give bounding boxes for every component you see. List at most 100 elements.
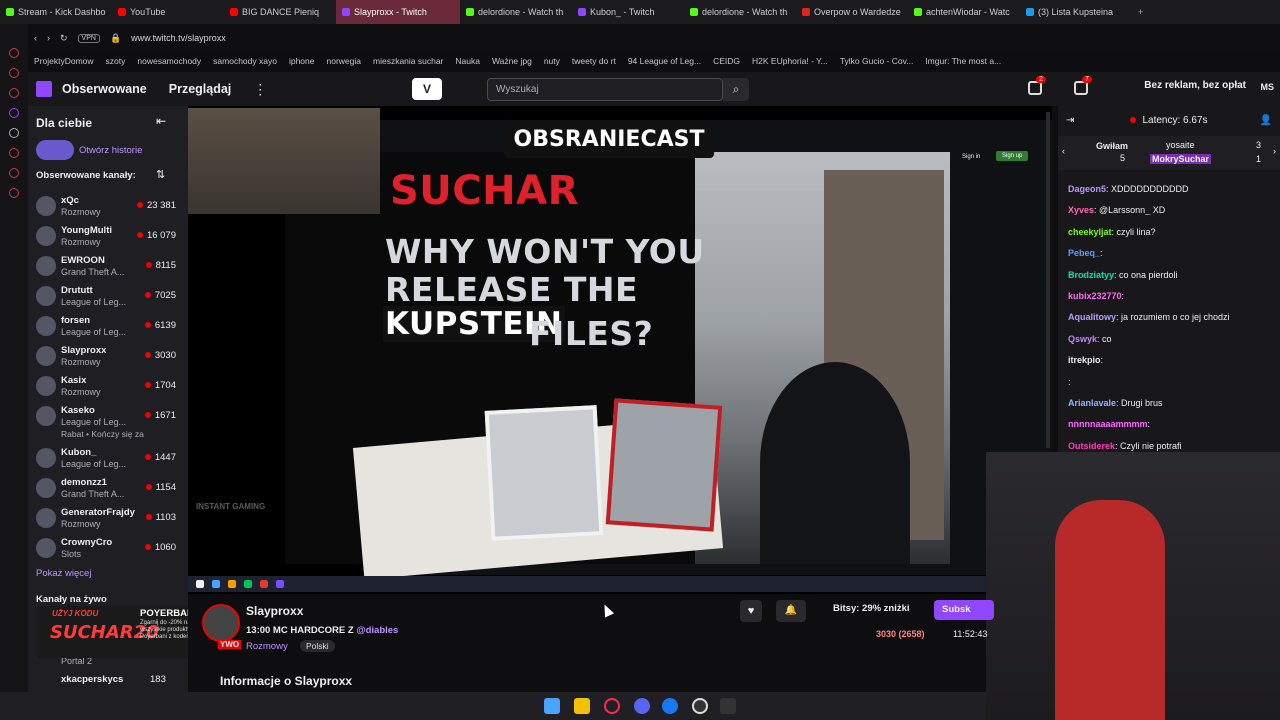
chevron-left-icon[interactable]: ‹ xyxy=(1062,146,1065,156)
sidebar-channel-crownycro[interactable]: CrownyCro Slots 1060 xyxy=(28,534,188,564)
bookmark[interactable]: Tylko Gucio - Cov... xyxy=(840,56,914,66)
chat-username[interactable]: Xyves xyxy=(1068,205,1094,215)
channel-avatar[interactable] xyxy=(202,604,240,642)
chat-username[interactable]: Dageon5 xyxy=(1068,184,1106,194)
browser-tab[interactable]: achtenWiodar - Watc xyxy=(908,0,1020,24)
settings-icon[interactable] xyxy=(9,88,19,98)
x-rail-icon[interactable] xyxy=(9,128,19,138)
sidebar-channel-ewroon[interactable]: EWROON Grand Theft A... 8115 xyxy=(28,252,188,282)
sidebar-channel-youngmulti[interactable]: YoungMulti Rozmowy 16 079 xyxy=(28,222,188,252)
nav-followed[interactable]: Obserwowane xyxy=(62,82,147,96)
browser-tab[interactable]: YouTube xyxy=(112,0,224,24)
file-explorer-icon[interactable] xyxy=(574,698,590,714)
open-stories-link[interactable]: Otwórz historie xyxy=(79,145,142,156)
back-icon[interactable]: ‹ xyxy=(34,33,37,43)
history-icon[interactable] xyxy=(9,68,19,78)
bookmark[interactable]: mieszkania suchar xyxy=(373,56,443,66)
discord-icon[interactable] xyxy=(634,698,650,714)
language-tag[interactable]: Polski xyxy=(300,640,335,652)
browser-tab[interactable]: delordione - Watch th xyxy=(460,0,572,24)
bookmark[interactable]: iphone xyxy=(289,56,315,66)
browser-tab[interactable]: (3) Lista Kupsteina xyxy=(1020,0,1132,24)
chat-username[interactable]: Outsiderek xyxy=(1068,441,1115,451)
facebook-icon[interactable] xyxy=(662,698,678,714)
forward-icon[interactable]: › xyxy=(47,33,50,43)
show-more-link[interactable]: Pokaż więcej xyxy=(36,568,91,579)
bookmark[interactable]: szoty xyxy=(106,56,126,66)
sidebar-channel-kaseko[interactable]: Kaseko League of Leg... 1671 Rabat • Kończy… xyxy=(28,402,188,442)
bookmark[interactable]: 94 League of Leg... xyxy=(628,56,701,66)
browser-tab[interactable]: delordione - Watch th xyxy=(684,0,796,24)
twitch-logo-icon[interactable] xyxy=(36,81,52,97)
bits-button[interactable]: Bitsy: 29% zniżki xyxy=(833,603,910,614)
more-menu-icon[interactable]: ⋮ xyxy=(253,81,267,98)
chevron-right-icon[interactable]: › xyxy=(1273,146,1276,156)
sidebar-channel-kubon[interactable]: Kubon_ League of Leg... 1447 xyxy=(28,444,188,474)
windows-start-icon[interactable] xyxy=(544,698,560,714)
user-avatar[interactable]: MS xyxy=(1261,82,1275,92)
bookmark[interactable]: tweety do rt xyxy=(572,56,616,66)
sidebar-channel-slayproxx[interactable]: Slayproxx Rozmowy 3030 xyxy=(28,342,188,372)
chat-username[interactable]: Pebeq_ xyxy=(1068,248,1100,258)
browser-tab[interactable]: Stream - Kick Dashbo xyxy=(0,0,112,24)
subscribe-button[interactable]: Subsk xyxy=(934,600,994,620)
bookmark[interactable]: CEIDG xyxy=(713,56,740,66)
sidebar-channel-kasix[interactable]: Kasix Rozmowy 1704 xyxy=(28,372,188,402)
nav-browse[interactable]: Przeglądaj xyxy=(169,82,232,96)
twitch-rail-icon[interactable] xyxy=(9,108,19,118)
chat-username[interactable]: itrekpio xyxy=(1068,355,1101,365)
chat-username[interactable]: kubix232770 xyxy=(1068,291,1122,301)
clock-icon[interactable] xyxy=(9,148,19,158)
browser-tab[interactable]: Kubon_ - Twitch xyxy=(572,0,684,24)
sidebar-channel-xqc[interactable]: xQc Rozmowy 23 381 xyxy=(28,192,188,222)
chat-username[interactable]: Aqualitowy xyxy=(1068,312,1116,322)
bookmark[interactable]: nowesamochody xyxy=(137,56,201,66)
heart-icon[interactable]: ♥ xyxy=(740,600,762,622)
sidebar-channel-drututt[interactable]: Drututt League of Leg... 7025 xyxy=(28,282,188,312)
channel-name[interactable]: Slayproxx xyxy=(246,604,303,618)
search-input[interactable]: Wyszukaj xyxy=(487,78,723,101)
terminal-icon[interactable] xyxy=(720,698,736,714)
chat-username[interactable]: cheekyljat xyxy=(1068,227,1112,237)
opera-icon[interactable] xyxy=(604,698,620,714)
bookmark[interactable]: ProjektyDomow xyxy=(34,56,94,66)
url-field[interactable]: www.twitch.tv/slayproxx xyxy=(131,33,226,43)
inbox-icon[interactable] xyxy=(1074,81,1088,95)
chat-username[interactable]: Qswyk xyxy=(1068,334,1097,344)
bookmark[interactable]: samochody xayo xyxy=(213,56,277,66)
sort-icon[interactable]: ⇅ xyxy=(156,168,165,181)
more-icon[interactable] xyxy=(9,188,19,198)
notifications-icon[interactable] xyxy=(1028,81,1042,95)
bookmark[interactable]: H2K EUphoria! - Y... xyxy=(752,56,828,66)
chat-username[interactable]: nnnnnaaaammmm xyxy=(1068,419,1148,429)
collapse-sidebar-icon[interactable]: ⇤ xyxy=(156,114,166,128)
bell-icon[interactable]: 🔔 xyxy=(776,600,806,622)
obs-icon[interactable] xyxy=(692,698,708,714)
browser-tab[interactable]: Overpow o Wardedze xyxy=(796,0,908,24)
box-icon[interactable] xyxy=(9,168,19,178)
category-link[interactable]: Rozmowy xyxy=(246,641,288,652)
live-channel-name[interactable]: xkacperskycs xyxy=(61,674,123,685)
opera-icon[interactable] xyxy=(9,48,19,58)
new-tab-button[interactable]: + xyxy=(1132,0,1156,24)
sidebar-channel-forsen[interactable]: forsen League of Leg... 6139 xyxy=(28,312,188,342)
stories-avatars[interactable] xyxy=(36,140,74,160)
collapse-chat-icon[interactable]: ⇥ xyxy=(1066,115,1074,126)
browser-tab[interactable]: BIG DANCE Pieniq xyxy=(224,0,336,24)
chat-username[interactable]: Brodziatyy xyxy=(1068,270,1114,280)
users-icon[interactable]: 👤 xyxy=(1260,115,1272,126)
bookmark[interactable]: Nauka xyxy=(455,56,480,66)
search-button[interactable]: ⌕ xyxy=(723,78,749,101)
sidebar-channel-demonzz1[interactable]: demonzz1 Grand Theft A... 1154 xyxy=(28,474,188,504)
bookmark[interactable]: norwegia xyxy=(327,56,362,66)
no-ads-button[interactable]: Bez reklam, bez opłat xyxy=(1144,80,1246,91)
chat-scrollbar[interactable] xyxy=(1046,112,1050,448)
vpn-badge[interactable]: VPN xyxy=(77,33,100,43)
reload-icon[interactable]: ↻ xyxy=(60,33,68,44)
bookmark[interactable]: Imgur: The most a... xyxy=(925,56,1001,66)
browser-tab-active[interactable]: Slayproxx - Twitch xyxy=(336,0,460,24)
chat-username[interactable]: Arianlavale xyxy=(1068,398,1116,408)
title-mention[interactable]: @diables xyxy=(356,625,398,636)
bookmark[interactable]: Ważne jpg xyxy=(492,56,532,66)
bookmark[interactable]: nuty xyxy=(544,56,560,66)
